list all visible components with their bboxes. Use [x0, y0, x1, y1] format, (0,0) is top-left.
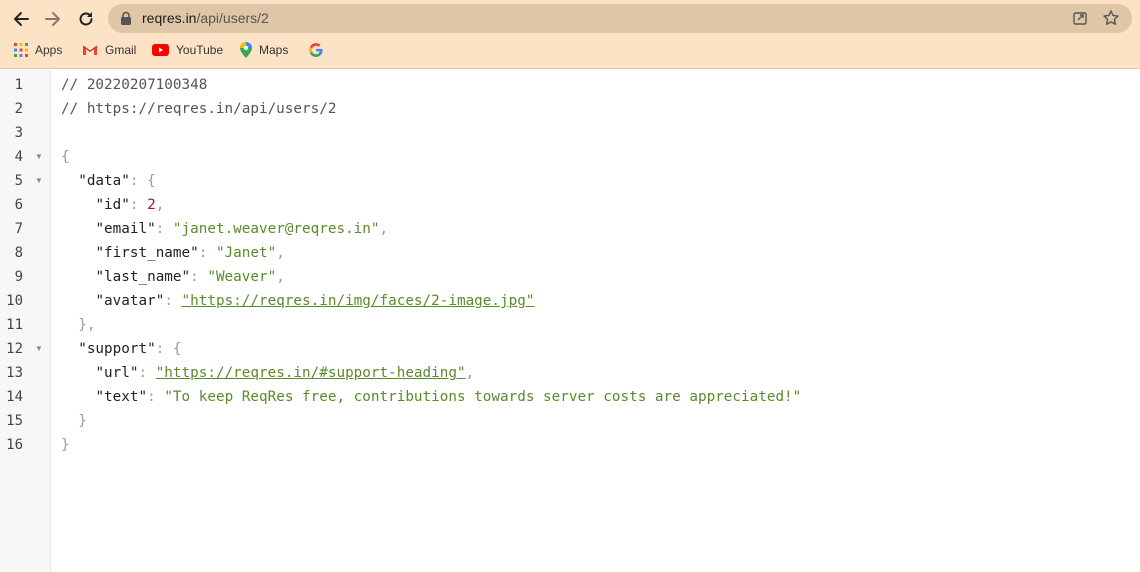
forward-button[interactable]	[40, 6, 66, 32]
json-string: "janet.weaver@reqres.in"	[172, 221, 380, 237]
bookmark-label: Gmail	[105, 43, 137, 57]
reload-icon	[79, 12, 93, 26]
line-number: 11	[6, 317, 23, 333]
code-line: }	[78, 413, 87, 429]
code-line: "support": {	[78, 341, 182, 357]
line-number: 8	[14, 245, 23, 261]
json-key: "data"	[78, 173, 130, 189]
code-line: "avatar": "https://reqres.in/img/faces/2…	[95, 293, 535, 309]
line-number: 3	[14, 125, 23, 141]
url-path: /api/users/2	[196, 10, 269, 26]
arrow-left-icon	[14, 12, 29, 26]
support-link[interactable]: "https://reqres.in/#support-heading"	[156, 365, 466, 381]
bookmark-apps[interactable]: Apps	[14, 38, 62, 62]
code-line: "email": "janet.weaver@reqres.in",	[95, 221, 389, 237]
json-key: "url"	[95, 365, 139, 381]
url-text[interactable]: reqres.in/api/users/2	[142, 10, 269, 26]
address-bar[interactable]: reqres.in/api/users/2	[108, 4, 1132, 33]
code-line: {	[61, 149, 70, 165]
fold-toggle-icon[interactable]: ▼	[35, 169, 43, 193]
reload-button[interactable]	[73, 6, 99, 32]
bookmark-maps[interactable]: Maps	[240, 38, 288, 62]
line-number: 10	[6, 293, 23, 309]
code-line: "first_name": "Janet",	[95, 245, 285, 261]
code-line: "id": 2,	[95, 197, 165, 213]
bookmark-label: Apps	[35, 43, 63, 57]
line-number: 9	[14, 269, 23, 285]
json-viewer: 1 2 3 4 5 6 7 8 9 10 11 12 13 14 15 16 ▼…	[0, 70, 1140, 572]
comment-url: // https://reqres.in/api/users/2	[61, 101, 337, 117]
json-string: "To keep ReqRes free, contributions towa…	[164, 389, 802, 405]
line-number: 15	[6, 413, 23, 429]
avatar-link[interactable]: "https://reqres.in/img/faces/2-image.jpg…	[182, 293, 535, 309]
bookmark-label: Maps	[259, 43, 289, 57]
code-line: },	[78, 317, 96, 333]
gmail-icon	[82, 45, 98, 55]
line-number-gutter: 1 2 3 4 5 6 7 8 9 10 11 12 13 14 15 16 ▼…	[0, 70, 51, 572]
lock-icon	[121, 11, 131, 25]
json-string: "Janet"	[215, 245, 277, 261]
line-number: 2	[14, 101, 23, 117]
json-number: 2	[147, 197, 156, 213]
json-key: "avatar"	[95, 293, 165, 309]
json-key: "id"	[95, 197, 130, 213]
back-button[interactable]	[8, 6, 34, 32]
line-number: 4	[14, 149, 23, 165]
bookmark-google[interactable]	[309, 38, 330, 62]
line-number: 14	[6, 389, 23, 405]
google-icon	[309, 43, 323, 57]
line-number: 13	[6, 365, 23, 381]
bookmark-star-icon[interactable]	[1102, 9, 1120, 27]
youtube-icon	[152, 44, 169, 56]
code-line: "text": "To keep ReqRes free, contributi…	[95, 389, 802, 405]
line-number: 16	[6, 437, 23, 453]
bookmark-youtube[interactable]: YouTube	[152, 38, 223, 62]
code-line: "last_name": "Weaver",	[95, 269, 285, 285]
json-key: "email"	[95, 221, 156, 237]
url-host: reqres.in	[142, 10, 197, 26]
maps-icon	[240, 42, 252, 58]
json-string: "Weaver"	[207, 269, 277, 285]
browser-chrome: reqres.in/api/users/2 Apps Gmail YouTube	[0, 0, 1140, 69]
arrow-right-icon	[45, 12, 60, 26]
bookmark-label: YouTube	[176, 43, 224, 57]
bookmark-gmail[interactable]: Gmail	[82, 38, 136, 62]
json-key: "last_name"	[95, 269, 191, 285]
bookmarks-bar: Apps Gmail YouTube Maps	[0, 38, 1140, 62]
json-key: "support"	[78, 341, 156, 357]
line-number: 6	[14, 197, 23, 213]
json-code: // 20220207100348 // https://reqres.in/a…	[61, 73, 801, 457]
line-number: 1	[14, 77, 23, 93]
line-number: 5	[14, 173, 23, 189]
apps-grid-icon	[14, 43, 28, 57]
code-line: "url": "https://reqres.in/#support-headi…	[95, 365, 475, 381]
line-number: 12	[6, 341, 23, 357]
json-key: "first_name"	[95, 245, 199, 261]
code-line: // 20220207100348	[61, 73, 801, 97]
json-key: "text"	[95, 389, 148, 405]
share-icon[interactable]	[1072, 10, 1088, 26]
code-line: }	[61, 437, 70, 453]
line-number: 7	[14, 221, 23, 237]
code-line: // https://reqres.in/api/users/2	[61, 97, 801, 121]
comment-timestamp: // 20220207100348	[61, 77, 208, 93]
code-line: "data": {	[78, 173, 156, 189]
fold-toggle-icon[interactable]: ▼	[35, 337, 43, 361]
fold-toggle-icon[interactable]: ▼	[35, 145, 43, 169]
